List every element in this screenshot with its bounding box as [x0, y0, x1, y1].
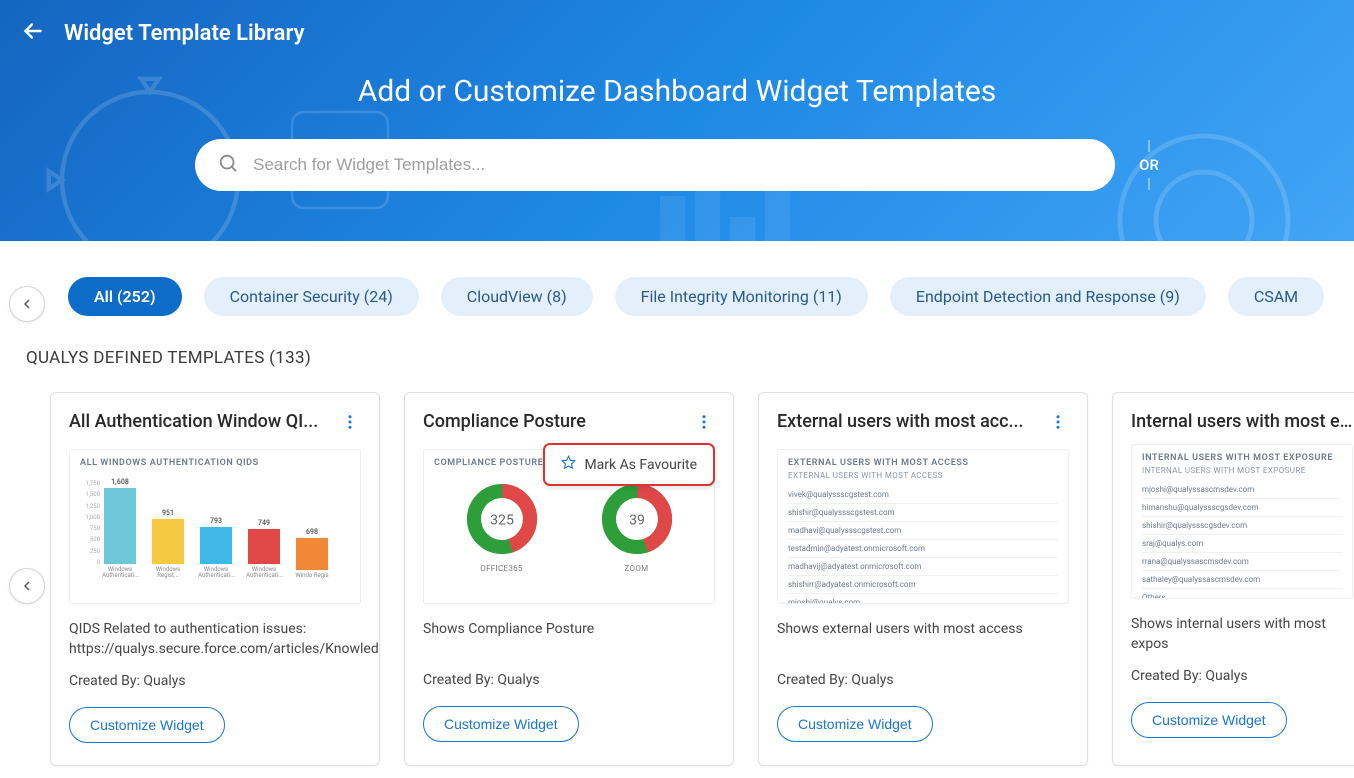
card-desc: Shows external users with most access: [777, 620, 1069, 658]
donut-item: 325OFFICE365: [465, 482, 539, 573]
preview-title: EXTERNAL USERS WITH MOST ACCESS: [788, 458, 1058, 468]
header-decor: [0, 0, 1354, 241]
customize-widget-button[interactable]: Customize Widget: [777, 706, 933, 742]
card-title: Compliance Posture: [423, 411, 586, 432]
user-row: vivek@qualyssscgstest.com: [788, 486, 1058, 504]
bar-item: 1,608Windows Authenticati...: [102, 478, 138, 580]
bar-item: 698Windo Regis: [294, 528, 330, 580]
svg-text:39: 39: [629, 512, 645, 528]
category-chip[interactable]: Endpoint Detection and Response (9): [890, 277, 1206, 316]
category-chip[interactable]: File Integrity Monitoring (11): [615, 277, 868, 316]
widget-card: External users with most acc... EXTERNAL…: [758, 392, 1088, 766]
mark-favourite-popup[interactable]: Mark As Favourite: [543, 443, 715, 486]
category-row: All (252) Container Security (24) CloudVie…: [0, 241, 1354, 334]
star-icon: [561, 455, 576, 474]
card-title: Internal users with most exp: [1131, 411, 1353, 432]
user-row: shishir@qualyssscgstest.com: [788, 504, 1058, 522]
user-row: shishirr@adyatest.onmicrosoft.com: [788, 576, 1058, 594]
customize-widget-button[interactable]: Customize Widget: [69, 707, 225, 743]
card-creator: Created By: Qualys: [423, 672, 715, 688]
widget-card: Internal users with most exp INTERNAL US…: [1112, 392, 1354, 766]
preview-title: INTERNAL USERS WITH MOST EXPOSURE: [1142, 453, 1342, 463]
preview-sub: INTERNAL USERS WITH MOST EXPOSURE: [1142, 466, 1342, 475]
card-title: All Authentication Window QI...: [69, 411, 318, 432]
category-chip[interactable]: CSAM: [1228, 277, 1324, 316]
header-banner: Widget Template Library Add or Customize…: [0, 0, 1354, 241]
user-row: testadmin@adyatest.onmicrosoft.com: [788, 540, 1058, 558]
card-menu-icon[interactable]: [693, 411, 715, 437]
card-creator: Created By: Qualys: [1131, 668, 1353, 684]
card-desc: Shows internal users with most expos: [1131, 615, 1353, 654]
cards-row: All Authentication Window QI... ALL WIND…: [0, 368, 1354, 766]
preview-sub: EXTERNAL USERS WITH MOST ACCESS: [788, 471, 1058, 480]
card-title: External users with most acc...: [777, 411, 1024, 432]
cards-prev-button[interactable]: [9, 568, 45, 604]
card-menu-icon[interactable]: [339, 411, 361, 437]
card-preview: INTERNAL USERS WITH MOST EXPOSURE INTERN…: [1131, 444, 1353, 599]
card-preview: EXTERNAL USERS WITH MOST ACCESS EXTERNAL…: [777, 449, 1069, 604]
user-row: mjoshi@qualys.com: [788, 594, 1058, 604]
category-chip[interactable]: CloudView (8): [441, 277, 593, 316]
card-preview: ALL WINDOWS AUTHENTICATION QIDS 1,7501,5…: [69, 449, 361, 604]
user-row: mjoshi@qualyssascmsdev.com: [1142, 481, 1342, 499]
or-divider: OR: [1139, 142, 1159, 188]
widget-card: Compliance Posture Mark As Favourite COM…: [404, 392, 734, 766]
donut-item: 39ZOOM: [600, 482, 674, 573]
card-desc: QIDS Related to authentication issues: h…: [69, 620, 361, 659]
bar-item: 749Windows Authenticati...: [246, 519, 282, 580]
bar-item: 793Windows Authenticati...: [198, 517, 234, 580]
user-row: sraj@qualys.com: [1142, 535, 1342, 553]
user-row: Others: [1142, 589, 1342, 599]
user-row: shishir@qualyssscgsdev.com: [1142, 517, 1342, 535]
user-row: rrana@qualyssascmsdev.com: [1142, 553, 1342, 571]
user-row: madhavij@adyatest.onmicrosoft.com: [788, 558, 1058, 576]
svg-text:325: 325: [490, 512, 514, 528]
bar-item: 951Windows Regist...: [150, 509, 186, 580]
user-row: madhavi@qualyssscgstest.com: [788, 522, 1058, 540]
customize-widget-button[interactable]: Customize Widget: [423, 706, 579, 742]
user-row: himanshu@qualyssscgsdev.com: [1142, 499, 1342, 517]
category-chip[interactable]: Container Security (24): [204, 277, 419, 316]
section-title: QUALYS DEFINED TEMPLATES (133): [0, 334, 1354, 368]
category-prev-button[interactable]: [9, 286, 45, 322]
card-menu-icon[interactable]: [1047, 411, 1069, 437]
mark-favourite-label: Mark As Favourite: [584, 457, 697, 473]
widget-card: All Authentication Window QI... ALL WIND…: [50, 392, 380, 766]
user-row: sathaley@qualyssascmsdev.com: [1142, 571, 1342, 589]
card-desc: Shows Compliance Posture: [423, 620, 715, 658]
preview-title: ALL WINDOWS AUTHENTICATION QIDS: [80, 458, 350, 468]
card-creator: Created By: Qualys: [69, 673, 361, 689]
customize-widget-button[interactable]: Customize Widget: [1131, 702, 1287, 738]
category-chip[interactable]: All (252): [68, 277, 182, 316]
card-creator: Created By: Qualys: [777, 672, 1069, 688]
